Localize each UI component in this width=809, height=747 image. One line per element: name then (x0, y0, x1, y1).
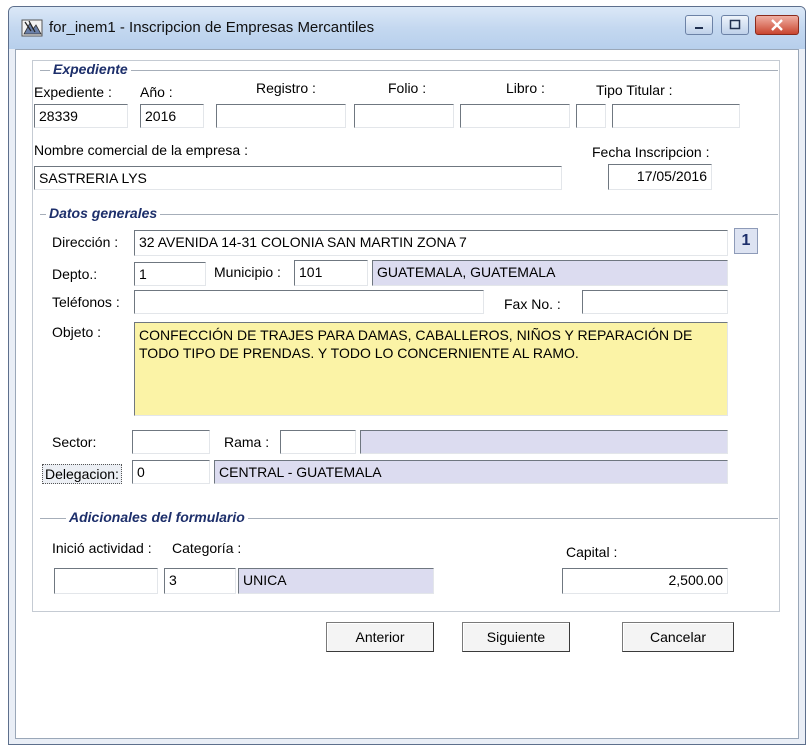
rama-label: Rama : (224, 434, 270, 450)
depto-field[interactable]: 1 (134, 262, 206, 286)
municipio-code-field[interactable]: 101 (294, 260, 368, 286)
folio-field[interactable] (354, 104, 454, 128)
registro-field[interactable] (216, 104, 346, 128)
folio-label: Folio : (388, 80, 427, 96)
maximize-button[interactable] (721, 15, 749, 35)
close-icon (771, 19, 783, 31)
capital-label: Capital : (566, 544, 618, 560)
fax-label: Fax No. : (504, 296, 561, 312)
tipo-titular-field-2[interactable] (612, 104, 740, 128)
section-title-adicionales: Adicionales del formulario (66, 509, 248, 525)
fecha-inscripcion-field[interactable]: 17/05/2016 (608, 164, 712, 190)
rama-code-field[interactable] (280, 430, 356, 454)
fax-field[interactable] (582, 290, 728, 314)
capital-field[interactable]: 2,500.00 (562, 568, 728, 594)
app-window: for_inem1 - Inscripcion de Empresas Merc… (8, 6, 806, 745)
municipio-name-field: GUATEMALA, GUATEMALA (372, 260, 728, 286)
section-title-datos-generales: Datos generales (46, 205, 161, 221)
section-divider (40, 70, 778, 72)
expediente-label: Expediente : (34, 84, 112, 100)
nombre-comercial-field[interactable]: SASTRERIA LYS (34, 166, 562, 190)
anterior-button[interactable]: Anterior (326, 622, 434, 652)
categoria-name-field: UNICA (238, 568, 434, 594)
sector-field[interactable] (132, 430, 210, 454)
window-title: for_inem1 - Inscripcion de Empresas Merc… (49, 19, 375, 36)
delegacion-name-field: CENTRAL - GUATEMALA (214, 460, 728, 484)
municipio-label: Municipio : (214, 264, 281, 280)
minimize-icon (695, 27, 703, 29)
delegacion-label: Delegacion: (42, 464, 122, 484)
inicio-actividad-label: Inició actividad : (52, 540, 152, 556)
registro-label: Registro : (256, 80, 316, 96)
nombre-comercial-label: Nombre comercial de la empresa : (34, 142, 248, 158)
siguiente-button[interactable]: Siguiente (462, 622, 570, 652)
form-client-area: Expediente Expediente : Año : Registro :… (15, 49, 799, 739)
direccion-label: Dirección : (52, 234, 119, 250)
minimize-button[interactable] (685, 15, 713, 35)
telefonos-field[interactable] (134, 290, 484, 314)
sector-label: Sector: (52, 434, 97, 450)
inicio-actividad-field[interactable] (54, 568, 158, 594)
anio-label: Año : (140, 84, 173, 100)
cancelar-button[interactable]: Cancelar (622, 622, 734, 652)
objeto-label: Objeto : (52, 324, 102, 340)
objeto-textarea[interactable]: CONFECCIÓN DE TRAJES PARA DAMAS, CABALLE… (134, 322, 728, 416)
page-badge[interactable]: 1 (734, 228, 758, 254)
tipo-titular-field-1[interactable] (576, 104, 606, 128)
direccion-field[interactable]: 32 AVENIDA 14-31 COLONIA SAN MARTIN ZONA… (134, 230, 728, 256)
categoria-label: Categoría : (172, 540, 242, 556)
tipo-titular-label: Tipo Titular : (596, 82, 673, 98)
fecha-inscripcion-label: Fecha Inscripcion : (592, 144, 710, 160)
rama-name-field (360, 430, 728, 454)
section-title-expediente: Expediente (50, 61, 131, 77)
libro-field[interactable] (460, 104, 570, 128)
close-button[interactable] (755, 15, 799, 35)
anio-field[interactable]: 2016 (140, 104, 204, 128)
depto-label: Depto.: (52, 266, 98, 282)
maximize-icon (729, 19, 741, 30)
telefonos-label: Teléfonos : (52, 294, 120, 310)
categoria-code-field[interactable]: 3 (164, 568, 236, 594)
libro-label: Libro : (506, 80, 545, 96)
app-icon (21, 19, 43, 37)
title-bar[interactable]: for_inem1 - Inscripcion de Empresas Merc… (9, 7, 805, 49)
delegacion-code-field[interactable]: 0 (132, 460, 210, 484)
expediente-field[interactable]: 28339 (34, 104, 128, 128)
